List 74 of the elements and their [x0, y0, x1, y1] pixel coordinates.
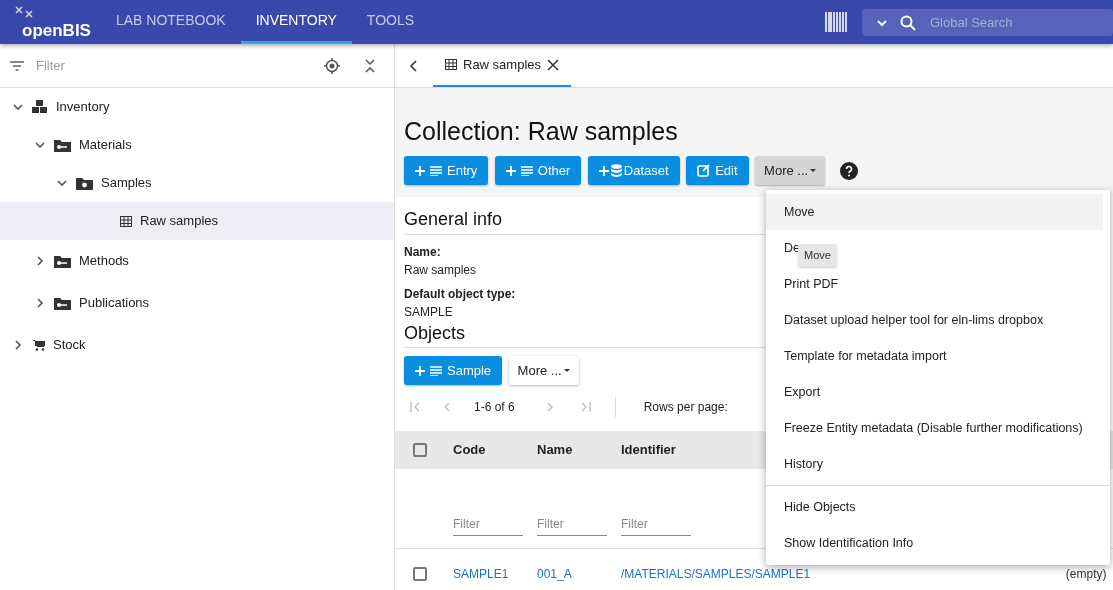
search-icon [900, 14, 916, 31]
lines-icon [430, 165, 442, 176]
tooltip: Move [798, 244, 837, 267]
field-label: Name: [404, 243, 441, 261]
search-input[interactable]: Global Search [928, 11, 1078, 34]
menu-item[interactable]: Template for metadata import [784, 346, 947, 366]
menu-item[interactable]: Freeze Entity metadata (Disable further modifications) [784, 418, 1083, 438]
next-icon [546, 402, 553, 413]
plus-icon [505, 164, 516, 177]
plus-icon [415, 164, 425, 177]
menu-item[interactable]: Hide Objects [784, 497, 856, 517]
menu-item[interactable]: Export [784, 382, 821, 402]
nav-tab[interactable]: LAB NOTEBOOK [100, 0, 241, 44]
tree-item[interactable]: Samples [0, 164, 394, 202]
first-page-icon [410, 402, 420, 413]
caret-icon [810, 168, 817, 173]
previous-icon [444, 402, 450, 413]
lines-icon [430, 365, 442, 376]
folder-key-icon [54, 296, 71, 310]
column-header[interactable]: Name [529, 440, 613, 460]
chevron-right-icon[interactable] [34, 255, 46, 267]
close-icon[interactable] [547, 58, 560, 71]
chevron-down-icon[interactable] [12, 101, 24, 113]
menu-item[interactable]: History [784, 454, 823, 474]
chevron-down-icon[interactable] [34, 139, 46, 151]
table-cell-text: (empty) [1065, 566, 1107, 584]
chevron-down-icon[interactable] [56, 177, 68, 189]
help-icon[interactable] [839, 161, 858, 180]
search-field[interactable]: Global Search [862, 9, 1113, 36]
cart-icon [32, 339, 45, 351]
page-title: Collection: Raw samples [404, 116, 679, 146]
plus-icon [598, 164, 609, 177]
chevron-right-icon[interactable] [12, 339, 24, 351]
folder-gear-icon [76, 176, 93, 190]
tree-item[interactable]: Stock [0, 324, 394, 366]
nav-tab[interactable]: INVENTORY [240, 0, 352, 44]
folder-key-icon [54, 138, 71, 152]
table-icon [445, 59, 457, 70]
link[interactable]: SAMPLE1 [445, 565, 529, 584]
rows-per-page-label: Rows per page: [643, 399, 728, 417]
logo-text: openBIS [22, 21, 91, 40]
tree-item[interactable]: Methods [0, 240, 394, 282]
filter-icon [10, 60, 24, 71]
collapse-icon[interactable] [364, 58, 376, 73]
chevron-right-icon[interactable] [34, 297, 46, 309]
back-icon[interactable] [409, 59, 419, 72]
page-range: 1-6 of 6 [474, 399, 515, 417]
field-value: Raw samples [404, 261, 477, 279]
tree-item[interactable]: Publications [0, 282, 394, 324]
toolbar-button[interactable]: More ... [508, 356, 579, 386]
plus-icon [415, 364, 425, 377]
nav-tab[interactable]: TOOLS [351, 0, 430, 44]
link[interactable]: /MATERIALS/SAMPLES/SAMPLE1 [613, 565, 811, 584]
link[interactable]: 001_A [529, 565, 613, 584]
checkbox[interactable] [413, 443, 427, 458]
boxes-icon [32, 100, 48, 114]
database-icon [610, 164, 622, 177]
tree-item[interactable]: Raw samples [0, 202, 394, 240]
tree-item[interactable]: Inventory [0, 88, 394, 126]
caret-icon [563, 368, 570, 373]
folder-key-icon [54, 254, 71, 268]
column-header[interactable]: Code [445, 440, 529, 460]
locate-icon[interactable] [324, 57, 340, 74]
lines-icon [520, 165, 533, 176]
checkbox[interactable] [413, 567, 427, 582]
tree-item[interactable]: Materials [0, 126, 394, 164]
menu-item[interactable]: Show Identification Info [784, 533, 914, 553]
menu-item[interactable]: Print PDF [784, 274, 839, 294]
last-page-icon [580, 402, 591, 413]
toolbar-button[interactable]: More ... [755, 156, 826, 185]
edit-icon [697, 164, 711, 177]
table-icon [120, 215, 132, 227]
field-label: Default object type: [404, 285, 516, 303]
field-value: SAMPLE [404, 303, 453, 321]
